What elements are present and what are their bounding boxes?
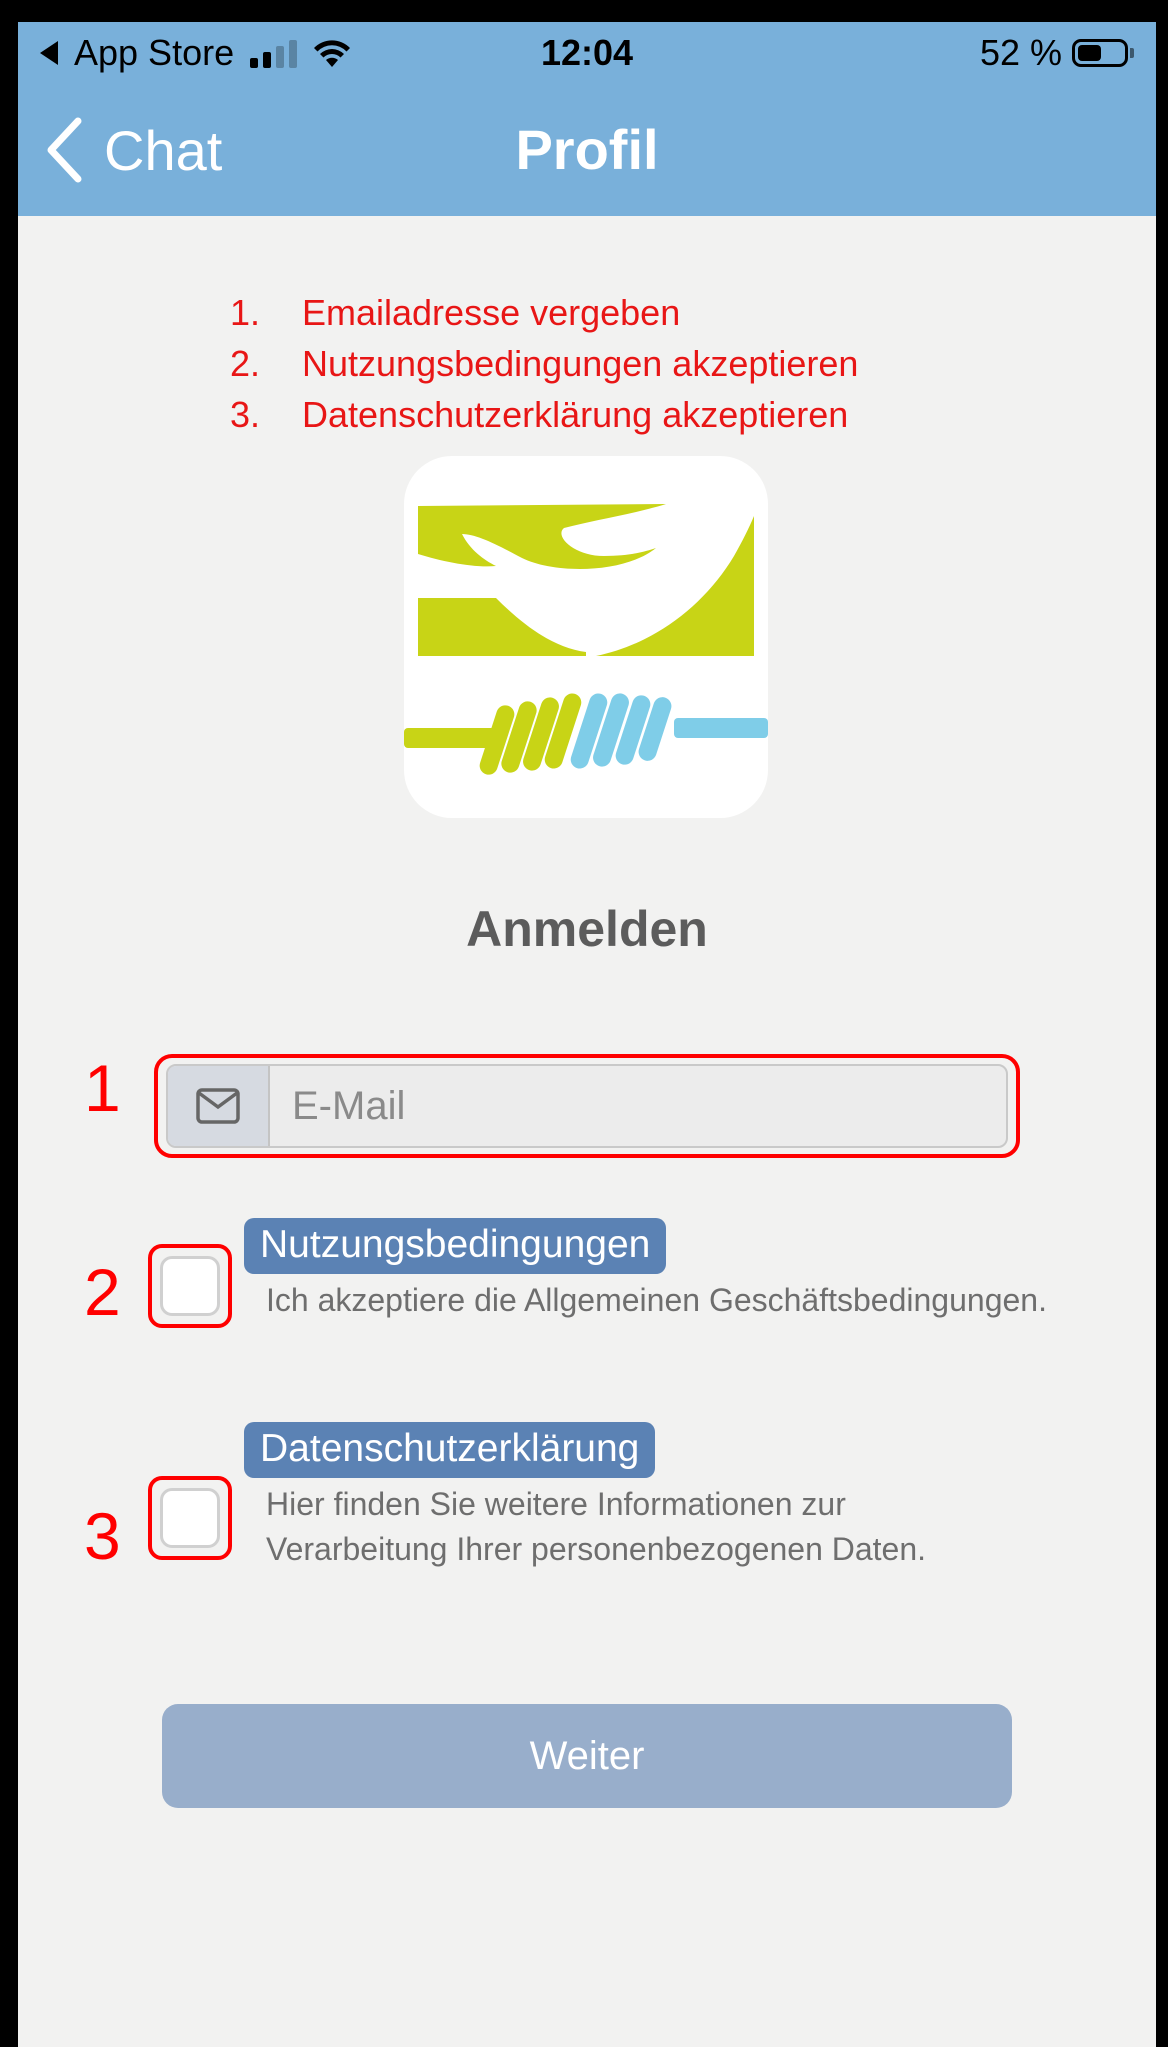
status-bar: App Store 12:04 52 % — [18, 22, 1156, 82]
instruction-item: 2. Nutzungsbedingungen akzeptieren — [230, 343, 859, 384]
battery-percent: 52 % — [979, 32, 1062, 73]
email-input[interactable] — [270, 1066, 1006, 1146]
email-highlight — [154, 1054, 1020, 1158]
callout-number-3: 3 — [84, 1499, 121, 1573]
terms-description: Ich akzeptiere die Allgemeinen Geschäfts… — [266, 1282, 1047, 1318]
terms-checkbox[interactable] — [160, 1256, 220, 1316]
battery-icon — [1072, 39, 1128, 67]
page-title: Profil — [515, 118, 659, 181]
callout-number-1: 1 — [84, 1051, 121, 1125]
email-icon-box — [168, 1066, 270, 1146]
email-field — [166, 1064, 1008, 1148]
login-heading: Anmelden — [466, 901, 708, 957]
app-logo — [404, 456, 768, 818]
instruction-item: 1. Emailadresse vergeben — [230, 292, 681, 333]
privacy-description: Hier finden Sie weitere Informationen zu… — [266, 1486, 927, 1567]
callout-number-2: 2 — [84, 1255, 121, 1329]
privacy-checkbox[interactable] — [160, 1488, 220, 1548]
privacy-link[interactable]: Datenschutzerklärung — [244, 1422, 656, 1478]
continue-button[interactable]: Weiter — [162, 1704, 1012, 1808]
terms-link[interactable]: Nutzungsbedingungen — [244, 1218, 667, 1274]
header-bar: App Store 12:04 52 % Chat Profil — [18, 22, 1156, 216]
battery-indicator: 52 % — [980, 32, 1134, 74]
app-screen: App Store 12:04 52 % Chat Profil 1. Emai… — [18, 22, 1156, 2047]
envelope-icon — [196, 1088, 240, 1124]
instruction-item: 3. Datenschutzerklärung akzeptieren — [230, 394, 849, 435]
instruction-list: 1. Emailadresse vergeben 2. Nutzungsbeding… — [230, 287, 858, 440]
terms-checkbox-highlight — [148, 1244, 232, 1328]
navigation-bar: Chat Profil — [18, 100, 1156, 200]
privacy-checkbox-highlight — [148, 1476, 232, 1560]
